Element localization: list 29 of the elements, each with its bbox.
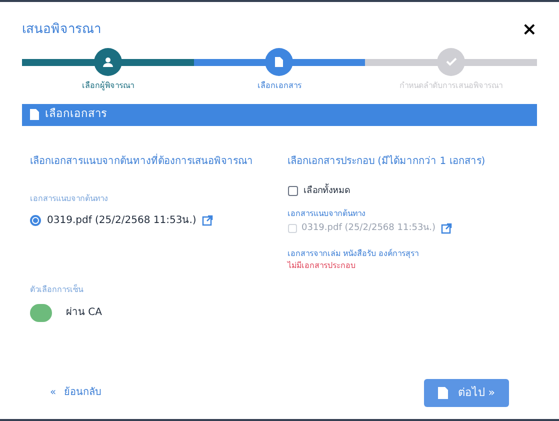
dialog-title: เสนอพิจารณา [22, 21, 101, 39]
section-title: เลือกเอกสาร [45, 106, 107, 122]
toggle-switch[interactable] [30, 304, 52, 322]
file-name: 0319.pdf (25/2/2568 11:53น.) [47, 214, 196, 228]
section-heading: เลือกเอกสารประกอบ (มีได้มากกว่า 1 เอกสาร) [288, 154, 486, 168]
step-label: เลือกผู้พิจารณา [82, 80, 134, 92]
group-label: เอกสารแนบจากต้นทาง [288, 208, 366, 220]
document-icon [438, 386, 448, 399]
document-icon [30, 109, 39, 120]
toggle-label: ผ่าน CA [66, 306, 102, 320]
checkbox[interactable] [288, 186, 298, 196]
next-button[interactable]: ต่อไป » [424, 378, 509, 407]
user-icon [102, 56, 113, 66]
empty-message: ไม่มีเอกสารประกอบ [288, 260, 356, 272]
group-label: เอกสารจากเล่ม หนังสือรับ องค์การสุรา [288, 248, 420, 260]
file-name: 0319.pdf (25/2/2568 11:53น.) [302, 222, 436, 235]
radio-button[interactable] [30, 214, 41, 226]
section-heading: เลือกเอกสารแนบจากต้นทางที่ต้องการเสนอพิจารณา [30, 154, 254, 168]
check-icon [446, 57, 457, 66]
step-label: เลือกเอกสาร [257, 80, 302, 92]
close-button[interactable]: × [522, 20, 537, 39]
checkbox-label: เลือกทั้งหมด [304, 184, 350, 198]
document-icon [275, 56, 284, 66]
external-link-icon[interactable] [440, 223, 452, 234]
back-icon: « [50, 385, 56, 400]
option-label: ตัวเลือกการเซ็น [30, 284, 84, 296]
back-link[interactable]: « ย้อนกลับ [50, 385, 102, 400]
external-link-icon[interactable] [202, 214, 214, 226]
group-label: เอกสารแนบจากต้นทาง [30, 192, 109, 204]
